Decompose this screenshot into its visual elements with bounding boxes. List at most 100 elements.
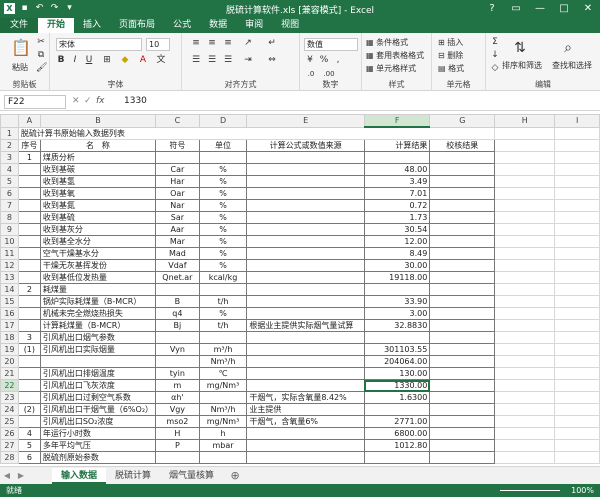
cell-c-15[interactable]: B <box>155 295 200 308</box>
cell-g-12[interactable] <box>429 259 496 272</box>
row-header[interactable]: 18 <box>0 331 19 344</box>
cell-b-21[interactable]: 引风机出口排烟温度 <box>39 367 157 380</box>
cell-g-27[interactable] <box>429 439 496 452</box>
cell-d-3[interactable] <box>198 151 248 164</box>
cut-icon[interactable]: ✂ <box>36 37 46 48</box>
fill-icon[interactable]: ↓ <box>490 50 500 61</box>
cell-e-14[interactable] <box>246 283 365 296</box>
cell-g-4[interactable] <box>429 163 496 176</box>
add-sheet-icon[interactable]: ⊕ <box>227 469 243 482</box>
cell-i-21[interactable] <box>554 367 600 380</box>
insert-cells-button[interactable]: ⊞ 插入 <box>438 37 463 48</box>
restore-button[interactable]: □ <box>552 0 576 17</box>
cell-d-9[interactable]: % <box>198 223 248 236</box>
cell-b-24[interactable]: 引风机出口干烟气量（6%O₂） <box>39 403 157 416</box>
bold-icon[interactable]: B <box>56 55 66 66</box>
prev-sheet-icon[interactable]: ◀ <box>0 471 14 480</box>
cell-b-5[interactable]: 收到基氢 <box>39 175 157 188</box>
cell-b-11[interactable]: 空气干燥基水分 <box>39 247 157 260</box>
row-header[interactable]: 28 <box>0 451 19 464</box>
cell-g-26[interactable] <box>429 427 496 440</box>
cell-c-21[interactable]: tyin <box>155 367 200 380</box>
cell-c-16[interactable]: q4 <box>155 307 200 320</box>
worksheet-grid[interactable]: ABCDEFGHI 1 脱硫计算书原始输入数据列表 2 序号名 称符号 单位 计算公式或数… <box>0 114 600 466</box>
enter-icon[interactable]: ✓ <box>84 96 92 106</box>
cell-g-6[interactable] <box>429 187 496 200</box>
row-header[interactable]: 24 <box>0 403 19 416</box>
cell-f-28[interactable] <box>363 451 431 464</box>
cell-e-6[interactable] <box>246 187 365 200</box>
close-button[interactable]: ✕ <box>576 0 600 17</box>
cell-i-5[interactable] <box>554 175 600 188</box>
cell-g-8[interactable] <box>429 211 496 224</box>
cell-i-1[interactable] <box>554 126 600 140</box>
cell-h-19[interactable] <box>494 343 556 356</box>
name-box[interactable]: F22 <box>4 95 66 109</box>
redo-icon[interactable]: ↷ <box>49 3 60 14</box>
cell-c-25[interactable]: mso2 <box>155 415 200 428</box>
cell-a-3[interactable]: 1 <box>17 151 41 164</box>
cell-b-15[interactable]: 锅炉实际耗煤量（B-MCR） <box>39 295 157 308</box>
cell-f-16[interactable]: 3.00 <box>363 307 431 320</box>
cell-e-13[interactable] <box>246 271 365 284</box>
tab-0[interactable]: 文件 <box>0 18 39 33</box>
indent-icon[interactable]: ⇥ <box>242 55 254 66</box>
cell-d-2[interactable]: 单位 <box>198 139 248 152</box>
cell-a-18[interactable]: 3 <box>17 331 41 344</box>
column-header-g[interactable]: G <box>429 114 496 128</box>
cell-a-14[interactable]: 2 <box>17 283 41 296</box>
cell-f-12[interactable]: 30.00 <box>363 259 431 272</box>
cell-f-24[interactable] <box>363 403 431 416</box>
cell-c-20[interactable] <box>155 355 200 368</box>
tab-7[interactable]: 视图 <box>272 18 308 33</box>
cell-e-26[interactable] <box>246 427 365 440</box>
row-header[interactable]: 16 <box>0 307 19 320</box>
cell-h-8[interactable] <box>494 211 556 224</box>
cell-h-6[interactable] <box>494 187 556 200</box>
cell-f-14[interactable] <box>363 283 431 296</box>
cell-h-14[interactable] <box>494 283 556 296</box>
cell-e-19[interactable] <box>246 343 365 356</box>
cell-b-12[interactable]: 干燥无灰基挥发份 <box>39 259 157 272</box>
cell-i-26[interactable] <box>554 427 600 440</box>
orientation-icon[interactable]: ↗ <box>242 38 254 49</box>
tab-2[interactable]: 插入 <box>74 18 110 33</box>
cell-a-2[interactable]: 序号 <box>17 139 41 152</box>
cell-h-22[interactable] <box>494 379 556 392</box>
cell-c-27[interactable]: P <box>155 439 200 452</box>
cell-b-9[interactable]: 收到基灰分 <box>39 223 157 236</box>
cell-e-8[interactable] <box>246 211 365 224</box>
cell-d-23[interactable] <box>198 391 248 404</box>
cell-e-16[interactable] <box>246 307 365 320</box>
cell-i-25[interactable] <box>554 415 600 428</box>
cell-d-17[interactable]: t/h <box>198 319 248 332</box>
cell-c-8[interactable]: Sar <box>155 211 200 224</box>
tab-1[interactable]: 开始 <box>38 18 75 33</box>
cell-b-14[interactable]: 耗煤量 <box>39 283 157 296</box>
cell-g-13[interactable] <box>429 271 496 284</box>
cell-e-2[interactable]: 计算公式或数值来源 <box>246 139 365 152</box>
cell-f-7[interactable]: 0.72 <box>363 199 431 212</box>
cell-d-26[interactable]: h <box>198 427 248 440</box>
border-icon[interactable]: ⊞ <box>102 55 112 66</box>
cell-f-3[interactable] <box>363 151 431 164</box>
cell-b-2[interactable]: 名 称 <box>39 139 157 152</box>
cell-h-26[interactable] <box>494 427 556 440</box>
tab-3[interactable]: 页面布局 <box>110 18 164 33</box>
cell-h-4[interactable] <box>494 163 556 176</box>
row-header[interactable]: 10 <box>0 235 19 248</box>
cell-h-10[interactable] <box>494 235 556 248</box>
cell-i-28[interactable] <box>554 451 600 464</box>
cell-a-25[interactable] <box>17 415 41 428</box>
cell-a-11[interactable] <box>17 247 41 260</box>
cell-i-18[interactable] <box>554 331 600 344</box>
cell-a-26[interactable]: 4 <box>17 427 41 440</box>
cell-d-25[interactable]: mg/Nm³ <box>198 415 248 428</box>
row-header[interactable]: 9 <box>0 223 19 236</box>
cell-h-11[interactable] <box>494 247 556 260</box>
sheet-tab-0[interactable]: 输入数据 <box>52 467 107 484</box>
cell-g-10[interactable] <box>429 235 496 248</box>
cell-d-28[interactable] <box>198 451 248 464</box>
cell-a-13[interactable] <box>17 271 41 284</box>
cell-a-8[interactable] <box>17 211 41 224</box>
